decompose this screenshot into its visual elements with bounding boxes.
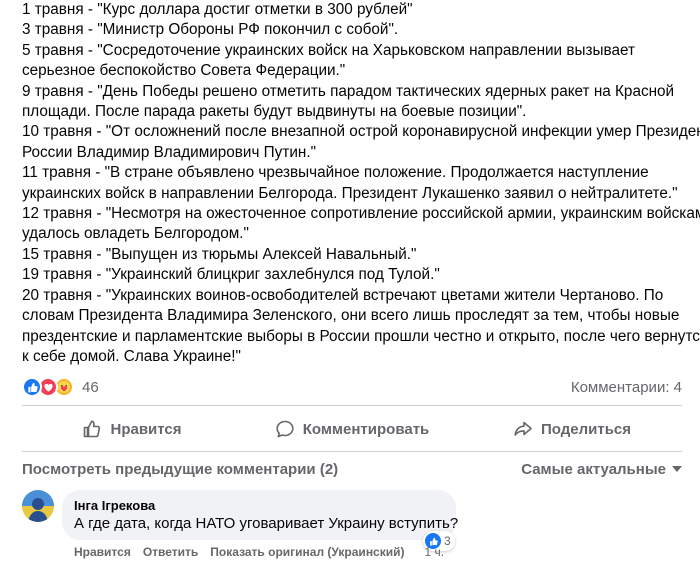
like-icon — [22, 377, 42, 397]
comment-label: Комментировать — [302, 420, 430, 438]
comment-text: А где дата, когда НАТО уговаривает Украи… — [74, 515, 459, 532]
comment-bubble: Інга Ігрекова А где дата, когда НАТО уго… — [62, 490, 459, 540]
comment-icon — [276, 420, 294, 438]
reactions-bar: 46 Комментарии: 4 — [22, 375, 682, 399]
reaction-count[interactable]: 46 — [82, 379, 99, 396]
comment-reaction-count: 3 — [444, 534, 451, 548]
post-line: 9 травня - "День Победы решено отметить … — [22, 82, 675, 100]
show-original-link[interactable]: Показать оригинал (Украинский) — [210, 545, 404, 559]
post-line: 20 травня - "Украинских воинов-освободит… — [22, 286, 664, 304]
post-line: 12 травня - "Несмотря на ожесточенное со… — [22, 205, 700, 223]
divider — [22, 405, 682, 406]
post-line: 15 травня - "Выпущен из тюрьмы Алексей Н… — [22, 245, 417, 263]
comment-author[interactable]: Інга Ігрекова — [74, 498, 444, 514]
post-line: серьезное беспокойство Совета Федерации.… — [22, 62, 346, 80]
like-button[interactable]: Нравится — [22, 411, 242, 447]
post-line: удалось овладеть Белгородом." — [22, 225, 249, 243]
like-label: Нравится — [110, 420, 182, 438]
post-line: 11 травня - "В стране объявлено чрезвыча… — [22, 164, 649, 182]
post-line: к себе домой. Слава Украине!" — [22, 347, 241, 365]
avatar[interactable] — [22, 490, 54, 522]
comment-timestamp[interactable]: 1 ч. — [425, 545, 445, 559]
post-line: 10 травня - "От осложнений после внезапн… — [22, 123, 700, 141]
post-text: 1 травня - "Курс доллара достиг отметки … — [22, 0, 700, 367]
share-icon — [514, 421, 532, 436]
post-line: прездентские и парламентские выборы в Ро… — [22, 327, 700, 345]
post-action-bar: Нравится Комментировать Поделиться — [22, 411, 682, 447]
comment-sort-dropdown[interactable]: Самые актуальные — [521, 461, 682, 478]
post-line: 5 травня - "Сосредоточение украинских во… — [22, 41, 635, 59]
sort-label: Самые актуальные — [521, 460, 666, 478]
view-previous-comments-link[interactable]: Посмотреть предыдущие комментарии (2) — [22, 461, 338, 478]
comment-reply-link[interactable]: Ответить — [143, 545, 198, 559]
post-line: украинских войск в направлении Белгорода… — [22, 184, 678, 202]
comments-header: Посмотреть предыдущие комментарии (2) Са… — [22, 458, 682, 480]
post-line: словам Президента Владимира Зеленского, … — [22, 307, 680, 325]
comments-count[interactable]: Комментарии: 4 — [571, 379, 682, 396]
thumbs-up-icon — [84, 420, 101, 438]
comment-like-link[interactable]: Нравится — [74, 545, 131, 559]
post-line: 1 травня - "Курс доллара достиг отметки … — [22, 1, 413, 18]
chevron-down-icon — [672, 466, 682, 472]
divider — [22, 451, 682, 452]
comment-actions: Нравится Ответить Показать оригинал (Укр… — [74, 545, 444, 559]
share-button[interactable]: Поделиться — [462, 411, 682, 447]
post-line: 19 травня - "Украинский блицкриг захлебн… — [22, 266, 440, 284]
share-label: Поделиться — [540, 420, 632, 438]
post-line: площади. После парада ракеты будут выдви… — [22, 103, 527, 121]
reaction-icons[interactable] — [22, 377, 74, 397]
post-line: России Владимир Владимирович Путин." — [22, 143, 316, 161]
post-line: 3 травня - "Министр Обороны РФ покончил … — [22, 21, 399, 39]
comment-button[interactable]: Комментировать — [242, 411, 462, 447]
